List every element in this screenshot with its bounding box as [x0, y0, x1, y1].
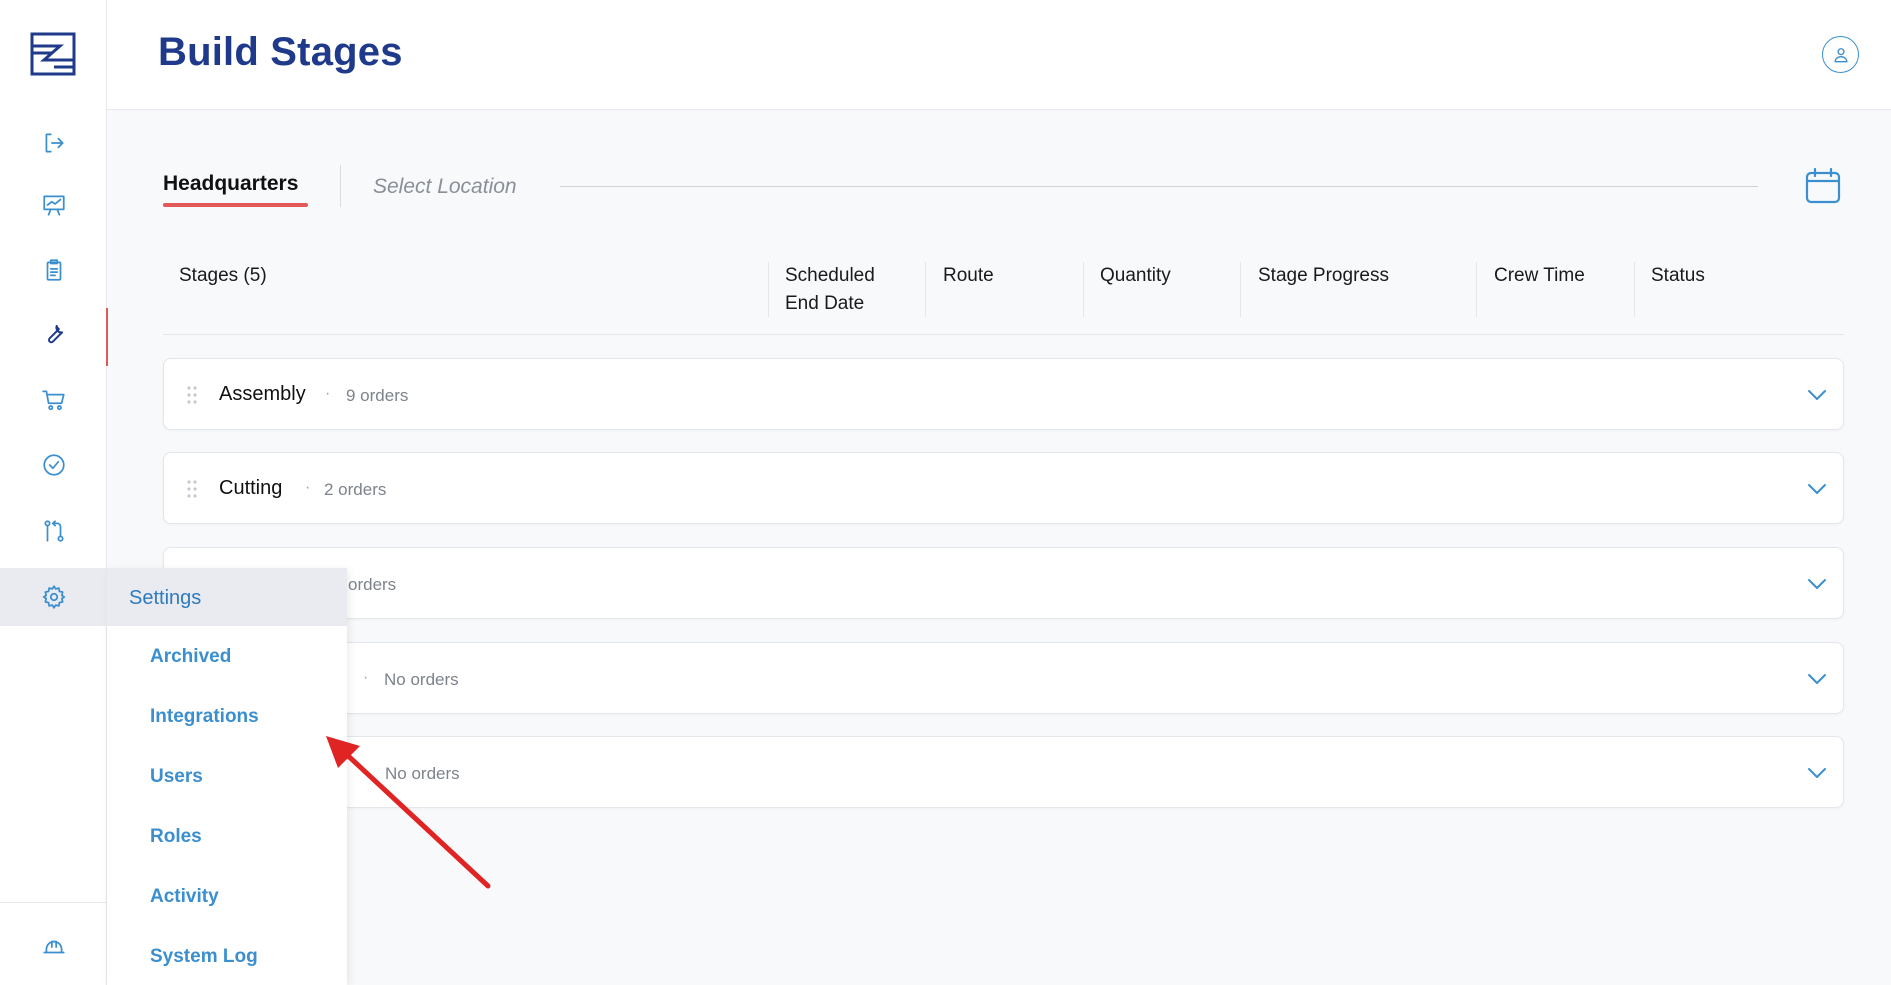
location-bar-rule — [560, 186, 1758, 187]
stage-order-count: 2 orders — [324, 480, 387, 499]
column-separator — [1476, 262, 1477, 317]
active-tab-indicator — [163, 203, 308, 207]
stage-row-4[interactable]: · No orders — [163, 642, 1844, 714]
chevron-down-icon[interactable] — [1805, 761, 1829, 785]
user-icon — [1833, 47, 1848, 62]
sidebar — [0, 0, 108, 985]
stage-name: Assembly — [219, 383, 306, 405]
stage-row-3[interactable]: orders — [163, 547, 1844, 619]
clipboard-icon[interactable] — [0, 242, 107, 298]
column-header-scheduled-line2: End Date — [785, 293, 865, 314]
table-header-rule — [163, 334, 1844, 335]
column-header-scheduled-line1: Scheduled — [785, 265, 875, 286]
settings-flyout-header[interactable]: Settings — [107, 568, 347, 626]
logout-icon[interactable] — [0, 115, 107, 171]
wrench-icon[interactable] — [0, 306, 108, 366]
column-separator — [1634, 262, 1635, 317]
git-route-icon[interactable] — [0, 503, 107, 559]
column-header-scheduled-end-date[interactable]: Scheduled End Date — [785, 262, 875, 318]
drag-handle-icon[interactable] — [186, 479, 198, 499]
tab-divider — [340, 165, 341, 207]
chevron-down-icon[interactable] — [1805, 383, 1829, 407]
chevron-down-icon[interactable] — [1805, 477, 1829, 501]
stage-name: Cutting — [219, 477, 283, 499]
settings-flyout-title: Settings — [129, 587, 202, 609]
check-circle-icon[interactable] — [0, 437, 107, 493]
menu-item-roles[interactable]: Roles — [150, 826, 202, 848]
cart-icon[interactable] — [0, 372, 107, 428]
settings-flyout-menu: Settings Archived Integrations Users Rol… — [107, 568, 347, 985]
user-profile-button[interactable] — [1822, 36, 1859, 73]
column-header-crew-time[interactable]: Crew Time — [1494, 262, 1585, 290]
stage-order-count: 9 orders — [346, 386, 409, 405]
stage-row-cutting[interactable]: Cutting · 2 orders — [163, 452, 1844, 524]
column-header-status[interactable]: Status — [1651, 262, 1705, 290]
app-logo-icon[interactable] — [30, 32, 76, 76]
presentation-chart-icon[interactable] — [0, 177, 107, 233]
column-separator — [1083, 262, 1084, 317]
select-location-dropdown[interactable]: Select Location — [373, 175, 517, 199]
page-title: Build Stages — [158, 30, 403, 74]
menu-item-activity[interactable]: Activity — [150, 886, 219, 908]
menu-item-system-log[interactable]: System Log — [150, 946, 258, 968]
chevron-down-icon[interactable] — [1805, 572, 1829, 596]
hard-hat-icon[interactable] — [0, 918, 107, 974]
drag-handle-icon[interactable] — [186, 385, 198, 405]
separator-dot: · — [363, 669, 369, 686]
separator-dot: · — [325, 385, 331, 402]
stage-row-5[interactable]: No orders — [163, 736, 1844, 808]
column-header-stage-progress[interactable]: Stage Progress — [1258, 262, 1389, 290]
menu-item-users[interactable]: Users — [150, 766, 203, 788]
stage-order-count: No orders — [384, 670, 459, 689]
column-header-route[interactable]: Route — [943, 262, 994, 290]
chevron-down-icon[interactable] — [1805, 667, 1829, 691]
page-header: Build Stages — [107, 0, 1891, 110]
stage-order-count: orders — [348, 575, 397, 594]
tab-headquarters[interactable]: Headquarters — [163, 172, 298, 196]
column-separator — [768, 262, 769, 317]
stage-order-count: No orders — [385, 764, 460, 783]
sidebar-divider — [0, 902, 107, 903]
column-separator — [925, 262, 926, 317]
column-separator — [1240, 262, 1241, 317]
gear-icon[interactable] — [0, 568, 107, 626]
column-header-stages[interactable]: Stages (5) — [179, 262, 267, 290]
column-header-quantity[interactable]: Quantity — [1100, 262, 1171, 290]
menu-item-integrations[interactable]: Integrations — [150, 706, 259, 728]
calendar-icon[interactable] — [1804, 167, 1842, 205]
stage-row-assembly[interactable]: Assembly · 9 orders — [163, 358, 1844, 430]
menu-item-archived[interactable]: Archived — [150, 646, 231, 668]
separator-dot: · — [305, 479, 311, 496]
